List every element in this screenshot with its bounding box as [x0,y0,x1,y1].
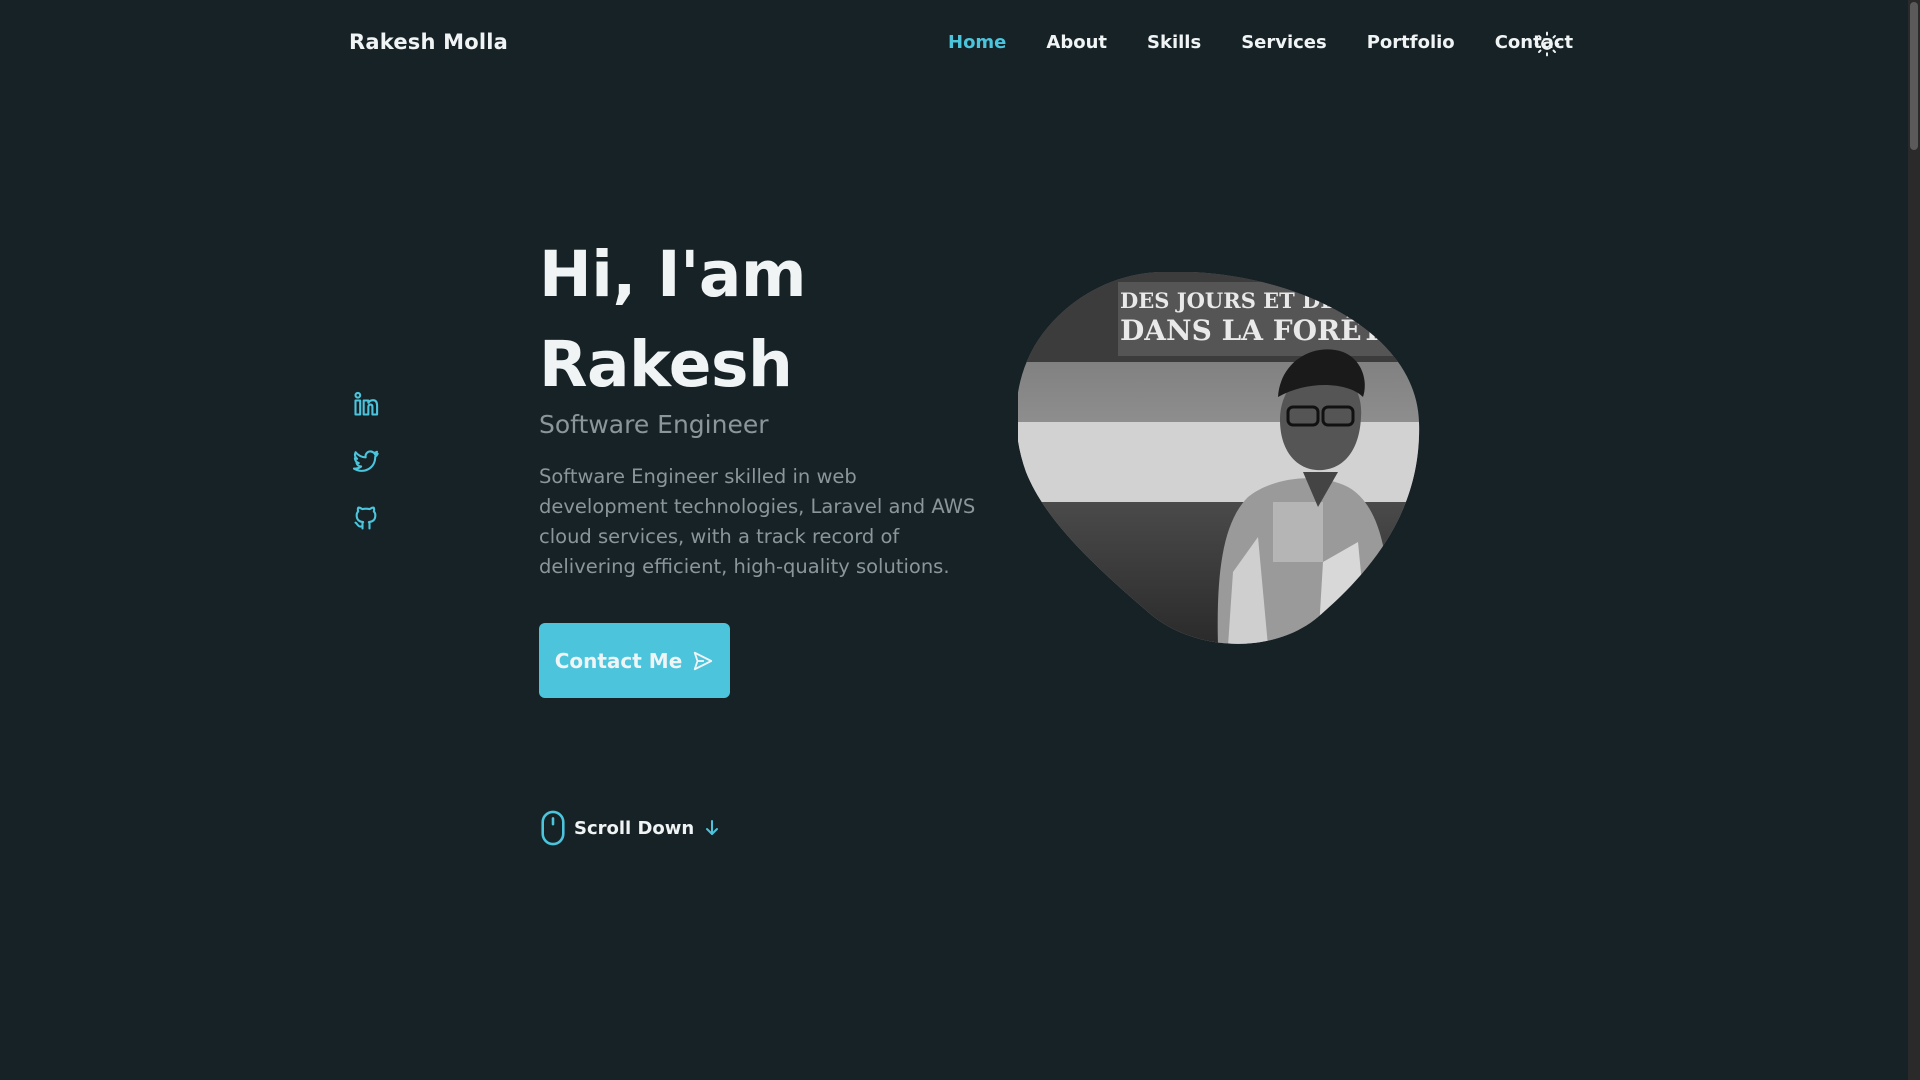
mouse-icon [541,810,565,846]
social-links [352,390,382,561]
page: Rakesh Molla Home About Skills Services … [0,0,1920,1080]
nav-portfolio[interactable]: Portfolio [1367,32,1455,53]
nav-skills[interactable]: Skills [1147,32,1201,53]
send-icon [694,651,713,670]
nav-home[interactable]: Home [948,32,1006,53]
scroll-down-label: Scroll Down [574,817,695,839]
banner-text-line1: DES JOURS ET DES NUITS [1120,288,1421,313]
nav-services[interactable]: Services [1241,32,1327,53]
scrollbar-track[interactable] [1908,0,1920,1080]
hero-title-line2: Rakesh [539,328,793,401]
profile-photo: DES JOURS ET DES NUITS DANS LA FORÊT [1018,272,1421,644]
hero-subtitle: Software Engineer [539,410,769,439]
scroll-down-link[interactable]: Scroll Down [539,810,720,846]
header: Rakesh Molla Home About Skills Services … [0,0,1908,90]
sun-icon[interactable] [1534,31,1560,57]
hero-title: Hi, I'am Rakesh [539,230,807,410]
banner-text-line2: DANS LA FORÊT [1120,314,1383,347]
hero-description: Software Engineer skilled in web develop… [539,465,976,578]
nav-about[interactable]: About [1046,32,1107,53]
brand-logo[interactable]: Rakesh Molla [349,30,508,54]
github-icon[interactable] [352,504,380,532]
contact-me-label: Contact Me [554,648,683,673]
twitter-icon[interactable] [352,447,380,475]
main-nav: Home About Skills Services Portfolio Con… [948,32,1613,53]
hero-title-line1: Hi, I'am [539,238,807,311]
scrollbar-thumb[interactable] [1910,2,1918,150]
arrow-down-icon [706,820,719,835]
linkedin-icon[interactable] [352,390,380,418]
contact-me-button[interactable]: Contact Me [539,623,730,698]
